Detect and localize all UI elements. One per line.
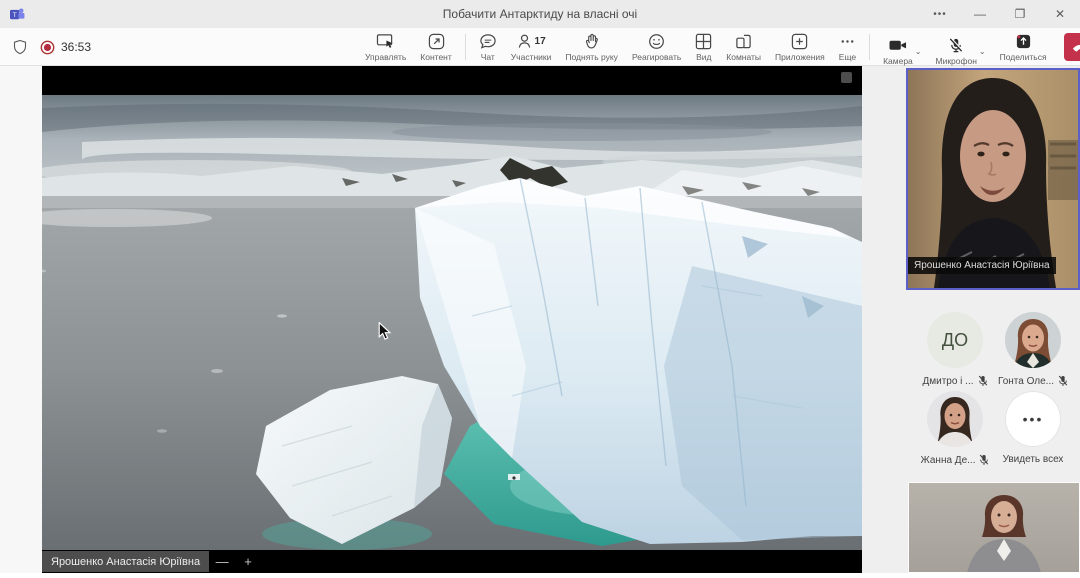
stage-left-gutter bbox=[0, 66, 42, 573]
content-icon bbox=[428, 33, 445, 50]
meeting-main-area: Ярошенко Анастасія Юріївна — + bbox=[0, 66, 1080, 573]
speaker-video-tile[interactable]: Ярошенко Анастасія Юріївна bbox=[906, 68, 1080, 290]
apps-icon bbox=[791, 33, 808, 50]
record-icon bbox=[40, 40, 55, 55]
share-button[interactable]: Поделиться bbox=[993, 28, 1054, 66]
manage-icon bbox=[376, 33, 395, 50]
participant-photo bbox=[1005, 312, 1061, 368]
chat-icon bbox=[479, 33, 497, 50]
chat-button[interactable]: Чат bbox=[472, 28, 504, 66]
participant-name: Жанна Де... bbox=[921, 455, 976, 466]
shared-screen-stage: Ярошенко Анастасія Юріївна — + bbox=[42, 66, 862, 573]
toolbar-divider bbox=[869, 34, 870, 60]
more-button[interactable]: Еще bbox=[832, 28, 863, 66]
zoom-out-button[interactable]: — bbox=[209, 554, 235, 569]
participant-honta[interactable]: Гонта Оле... bbox=[988, 312, 1078, 387]
participant-video bbox=[909, 483, 1079, 573]
raise-hand-icon bbox=[584, 33, 600, 50]
participant-zhanna[interactable]: Жанна Де... bbox=[910, 391, 1000, 466]
content-button[interactable]: Контент bbox=[413, 28, 459, 66]
see-all-participants[interactable]: ••• Увидеть всех bbox=[988, 391, 1078, 465]
zoom-in-button[interactable]: + bbox=[235, 554, 261, 569]
minimize-button[interactable]: — bbox=[960, 0, 1000, 28]
overflow-dots-icon[interactable]: ••• bbox=[1005, 391, 1061, 447]
apps-button[interactable]: Приложения bbox=[768, 28, 832, 66]
shield-icon[interactable] bbox=[12, 39, 28, 55]
chevron-down-icon[interactable]: ⌄ bbox=[915, 47, 922, 66]
participant-photo bbox=[927, 391, 983, 447]
see-all-label: Увидеть всех bbox=[1003, 454, 1064, 465]
meeting-timer: 36:53 bbox=[61, 40, 91, 54]
participant-video-tile[interactable] bbox=[908, 482, 1080, 573]
leave-button[interactable]: Выйти ⌄ bbox=[1064, 33, 1080, 61]
avatar-photo[interactable] bbox=[1005, 312, 1061, 368]
react-button[interactable]: Реагировать bbox=[625, 28, 688, 66]
participant-name: Дмитро і ... bbox=[922, 376, 973, 387]
maximize-button[interactable]: ❐ bbox=[1000, 0, 1040, 28]
mic-muted-icon bbox=[947, 37, 965, 54]
participants-sidebar: Ярошенко Анастасія Юріївна ДО Дмитро і .… bbox=[862, 66, 1080, 573]
rooms-button[interactable]: Комнаты bbox=[719, 28, 768, 66]
react-icon bbox=[648, 33, 665, 50]
mouse-cursor-icon bbox=[378, 322, 392, 340]
meeting-toolbar: 36:53 Управлять Контент Чат bbox=[0, 28, 1080, 66]
hangup-icon bbox=[1072, 42, 1080, 52]
camera-icon bbox=[888, 37, 908, 54]
view-button[interactable]: Вид bbox=[688, 28, 719, 66]
presenter-name-label: Ярошенко Анастасія Юріївна bbox=[42, 551, 209, 572]
mic-muted-icon bbox=[1058, 375, 1068, 387]
rooms-icon bbox=[735, 33, 752, 50]
avatar[interactable]: ДО bbox=[927, 312, 983, 368]
shared-iceberg-video bbox=[42, 66, 862, 573]
view-icon bbox=[695, 33, 712, 50]
mic-button[interactable]: Микрофон ⌄ bbox=[929, 28, 993, 66]
participants-button[interactable]: 17 Участники bbox=[504, 28, 559, 66]
window-title: Побачити Антарктиду на власні очі bbox=[0, 7, 1080, 21]
participant-name: Гонта Оле... bbox=[998, 376, 1054, 387]
chevron-down-icon[interactable]: ⌄ bbox=[979, 47, 986, 66]
speaker-name-label: Ярошенко Анастасія Юріївна bbox=[908, 257, 1056, 274]
speaker-video bbox=[908, 70, 1078, 288]
mic-muted-icon bbox=[978, 375, 988, 387]
camera-button[interactable]: Камера ⌄ bbox=[876, 28, 928, 66]
share-icon bbox=[1015, 33, 1032, 50]
window-titlebar: T Побачити Антарктиду на власні очі ••• … bbox=[0, 0, 1080, 28]
recording-indicator: 36:53 bbox=[40, 40, 91, 55]
participant-dmytro[interactable]: ДО Дмитро і ... bbox=[910, 312, 1000, 387]
manage-button[interactable]: Управлять bbox=[358, 28, 413, 66]
participants-icon bbox=[517, 33, 532, 50]
raise-hand-button[interactable]: Поднять руку bbox=[558, 28, 625, 66]
avatar-photo[interactable] bbox=[927, 391, 983, 447]
participants-count: 17 bbox=[535, 36, 546, 47]
close-button[interactable]: ✕ bbox=[1040, 0, 1080, 28]
more-icon bbox=[839, 33, 856, 50]
window-more-button[interactable]: ••• bbox=[920, 0, 960, 28]
toolbar-divider bbox=[465, 34, 466, 60]
